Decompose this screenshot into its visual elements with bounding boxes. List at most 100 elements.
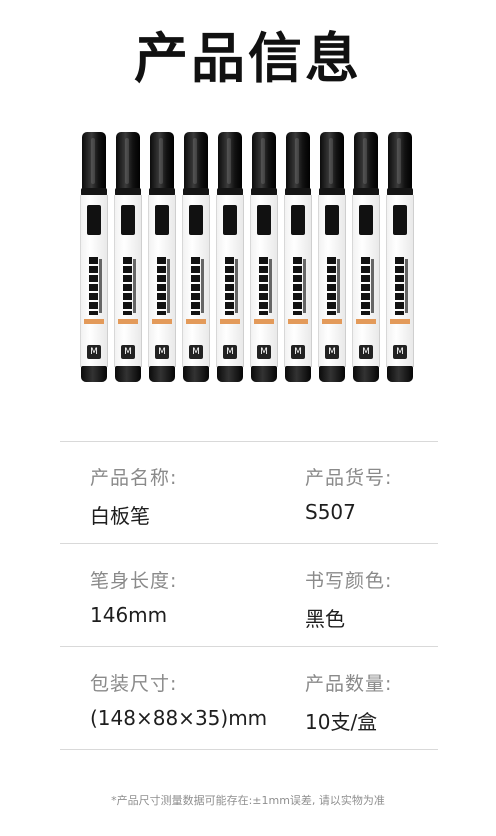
marker-body: M (386, 195, 414, 367)
marker-body: M (80, 195, 108, 367)
marker-cap (354, 132, 378, 192)
marker-pen: M (386, 130, 414, 382)
marker-label-subtext (405, 259, 408, 313)
spec-value-product-code: S507 (305, 500, 356, 524)
marker-cap (184, 132, 208, 192)
marker-size-badge: M (291, 345, 305, 359)
marker-body: M (148, 195, 176, 367)
brand-logo-icon (87, 205, 101, 235)
marker-cap (320, 132, 344, 192)
marker-label-subtext (337, 259, 340, 313)
marker-cap (252, 132, 276, 192)
marker-label-subtext (269, 259, 272, 313)
page-title: 产品信息 (134, 27, 362, 90)
marker-label-text (395, 257, 404, 315)
marker-accent-band (186, 319, 206, 324)
spec-label-body-length: 笔身长度: (90, 570, 178, 592)
marker-label-text (293, 257, 302, 315)
marker-accent-band (220, 319, 240, 324)
marker-label-text (123, 257, 132, 315)
brand-logo-icon (325, 205, 339, 235)
marker-end-cap (149, 366, 175, 382)
spec-row-2: 笔身长度: 146mm 书写颜色: 黑色 (60, 544, 438, 647)
measurement-note: *产品尺寸测量数据可能存在:±1mm误差, 请以实物为准 (111, 794, 385, 807)
marker-size-badge: M (223, 345, 237, 359)
spec-label-product-name: 产品名称: (90, 467, 178, 489)
marker-end-cap (81, 366, 107, 382)
marker-end-cap (115, 366, 141, 382)
marker-body: M (352, 195, 380, 367)
spec-label-package-size: 包装尺寸: (90, 673, 178, 695)
spec-label-writing-color: 书写颜色: (305, 570, 393, 592)
brand-logo-icon (121, 205, 135, 235)
marker-size-badge: M (257, 345, 271, 359)
marker-accent-band (84, 319, 104, 324)
marker-accent-band (118, 319, 138, 324)
marker-end-cap (251, 366, 277, 382)
spec-label-product-code: 产品货号: (305, 467, 393, 489)
spec-label-product-quantity: 产品数量: (305, 673, 393, 695)
spec-row-1: 产品名称: 白板笔 产品货号: S507 (60, 441, 438, 544)
spec-value-writing-color: 黑色 (305, 607, 345, 631)
marker-cap (388, 132, 412, 192)
marker-label-text (157, 257, 166, 315)
marker-size-badge: M (325, 345, 339, 359)
marker-label-text (89, 257, 98, 315)
spec-value-body-length: 146mm (90, 603, 168, 627)
marker-label-subtext (133, 259, 136, 313)
marker-label-subtext (303, 259, 306, 313)
marker-label-subtext (201, 259, 204, 313)
marker-size-badge: M (155, 345, 169, 359)
spec-value-product-quantity: 10支/盒 (305, 710, 378, 734)
marker-accent-band (322, 319, 342, 324)
marker-cap (150, 132, 174, 192)
marker-label-text (361, 257, 370, 315)
marker-cap (218, 132, 242, 192)
marker-size-badge: M (359, 345, 373, 359)
brand-logo-icon (393, 205, 407, 235)
marker-body: M (182, 195, 210, 367)
marker-label-text (225, 257, 234, 315)
marker-body: M (284, 195, 312, 367)
marker-accent-band (152, 319, 172, 324)
brand-logo-icon (291, 205, 305, 235)
marker-size-badge: M (87, 345, 101, 359)
brand-logo-icon (223, 205, 237, 235)
spec-value-product-name: 白板笔 (90, 504, 150, 528)
marker-accent-band (254, 319, 274, 324)
marker-size-badge: M (393, 345, 407, 359)
marker-accent-band (288, 319, 308, 324)
product-image-markers: MMMMMMMMMM (80, 130, 415, 385)
marker-end-cap (183, 366, 209, 382)
marker-pen: M (352, 130, 380, 382)
marker-pen: M (318, 130, 346, 382)
marker-pen: M (148, 130, 176, 382)
marker-end-cap (319, 366, 345, 382)
brand-logo-icon (155, 205, 169, 235)
brand-logo-icon (257, 205, 271, 235)
marker-body: M (114, 195, 142, 367)
spec-value-package-size: (148×88×35)mm (90, 706, 268, 730)
marker-cap (82, 132, 106, 192)
marker-end-cap (217, 366, 243, 382)
marker-pen: M (250, 130, 278, 382)
marker-size-badge: M (189, 345, 203, 359)
marker-body: M (216, 195, 244, 367)
marker-pen: M (182, 130, 210, 382)
spec-row-3: 包装尺寸: (148×88×35)mm 产品数量: 10支/盒 (60, 647, 438, 750)
marker-cap (116, 132, 140, 192)
marker-size-badge: M (121, 345, 135, 359)
brand-logo-icon (189, 205, 203, 235)
marker-accent-band (390, 319, 410, 324)
marker-label-subtext (99, 259, 102, 313)
marker-pen: M (216, 130, 244, 382)
marker-accent-band (356, 319, 376, 324)
marker-pen: M (80, 130, 108, 382)
marker-label-subtext (235, 259, 238, 313)
marker-cap (286, 132, 310, 192)
marker-end-cap (353, 366, 379, 382)
marker-pen: M (114, 130, 142, 382)
marker-end-cap (387, 366, 413, 382)
marker-body: M (318, 195, 346, 367)
marker-label-text (259, 257, 268, 315)
